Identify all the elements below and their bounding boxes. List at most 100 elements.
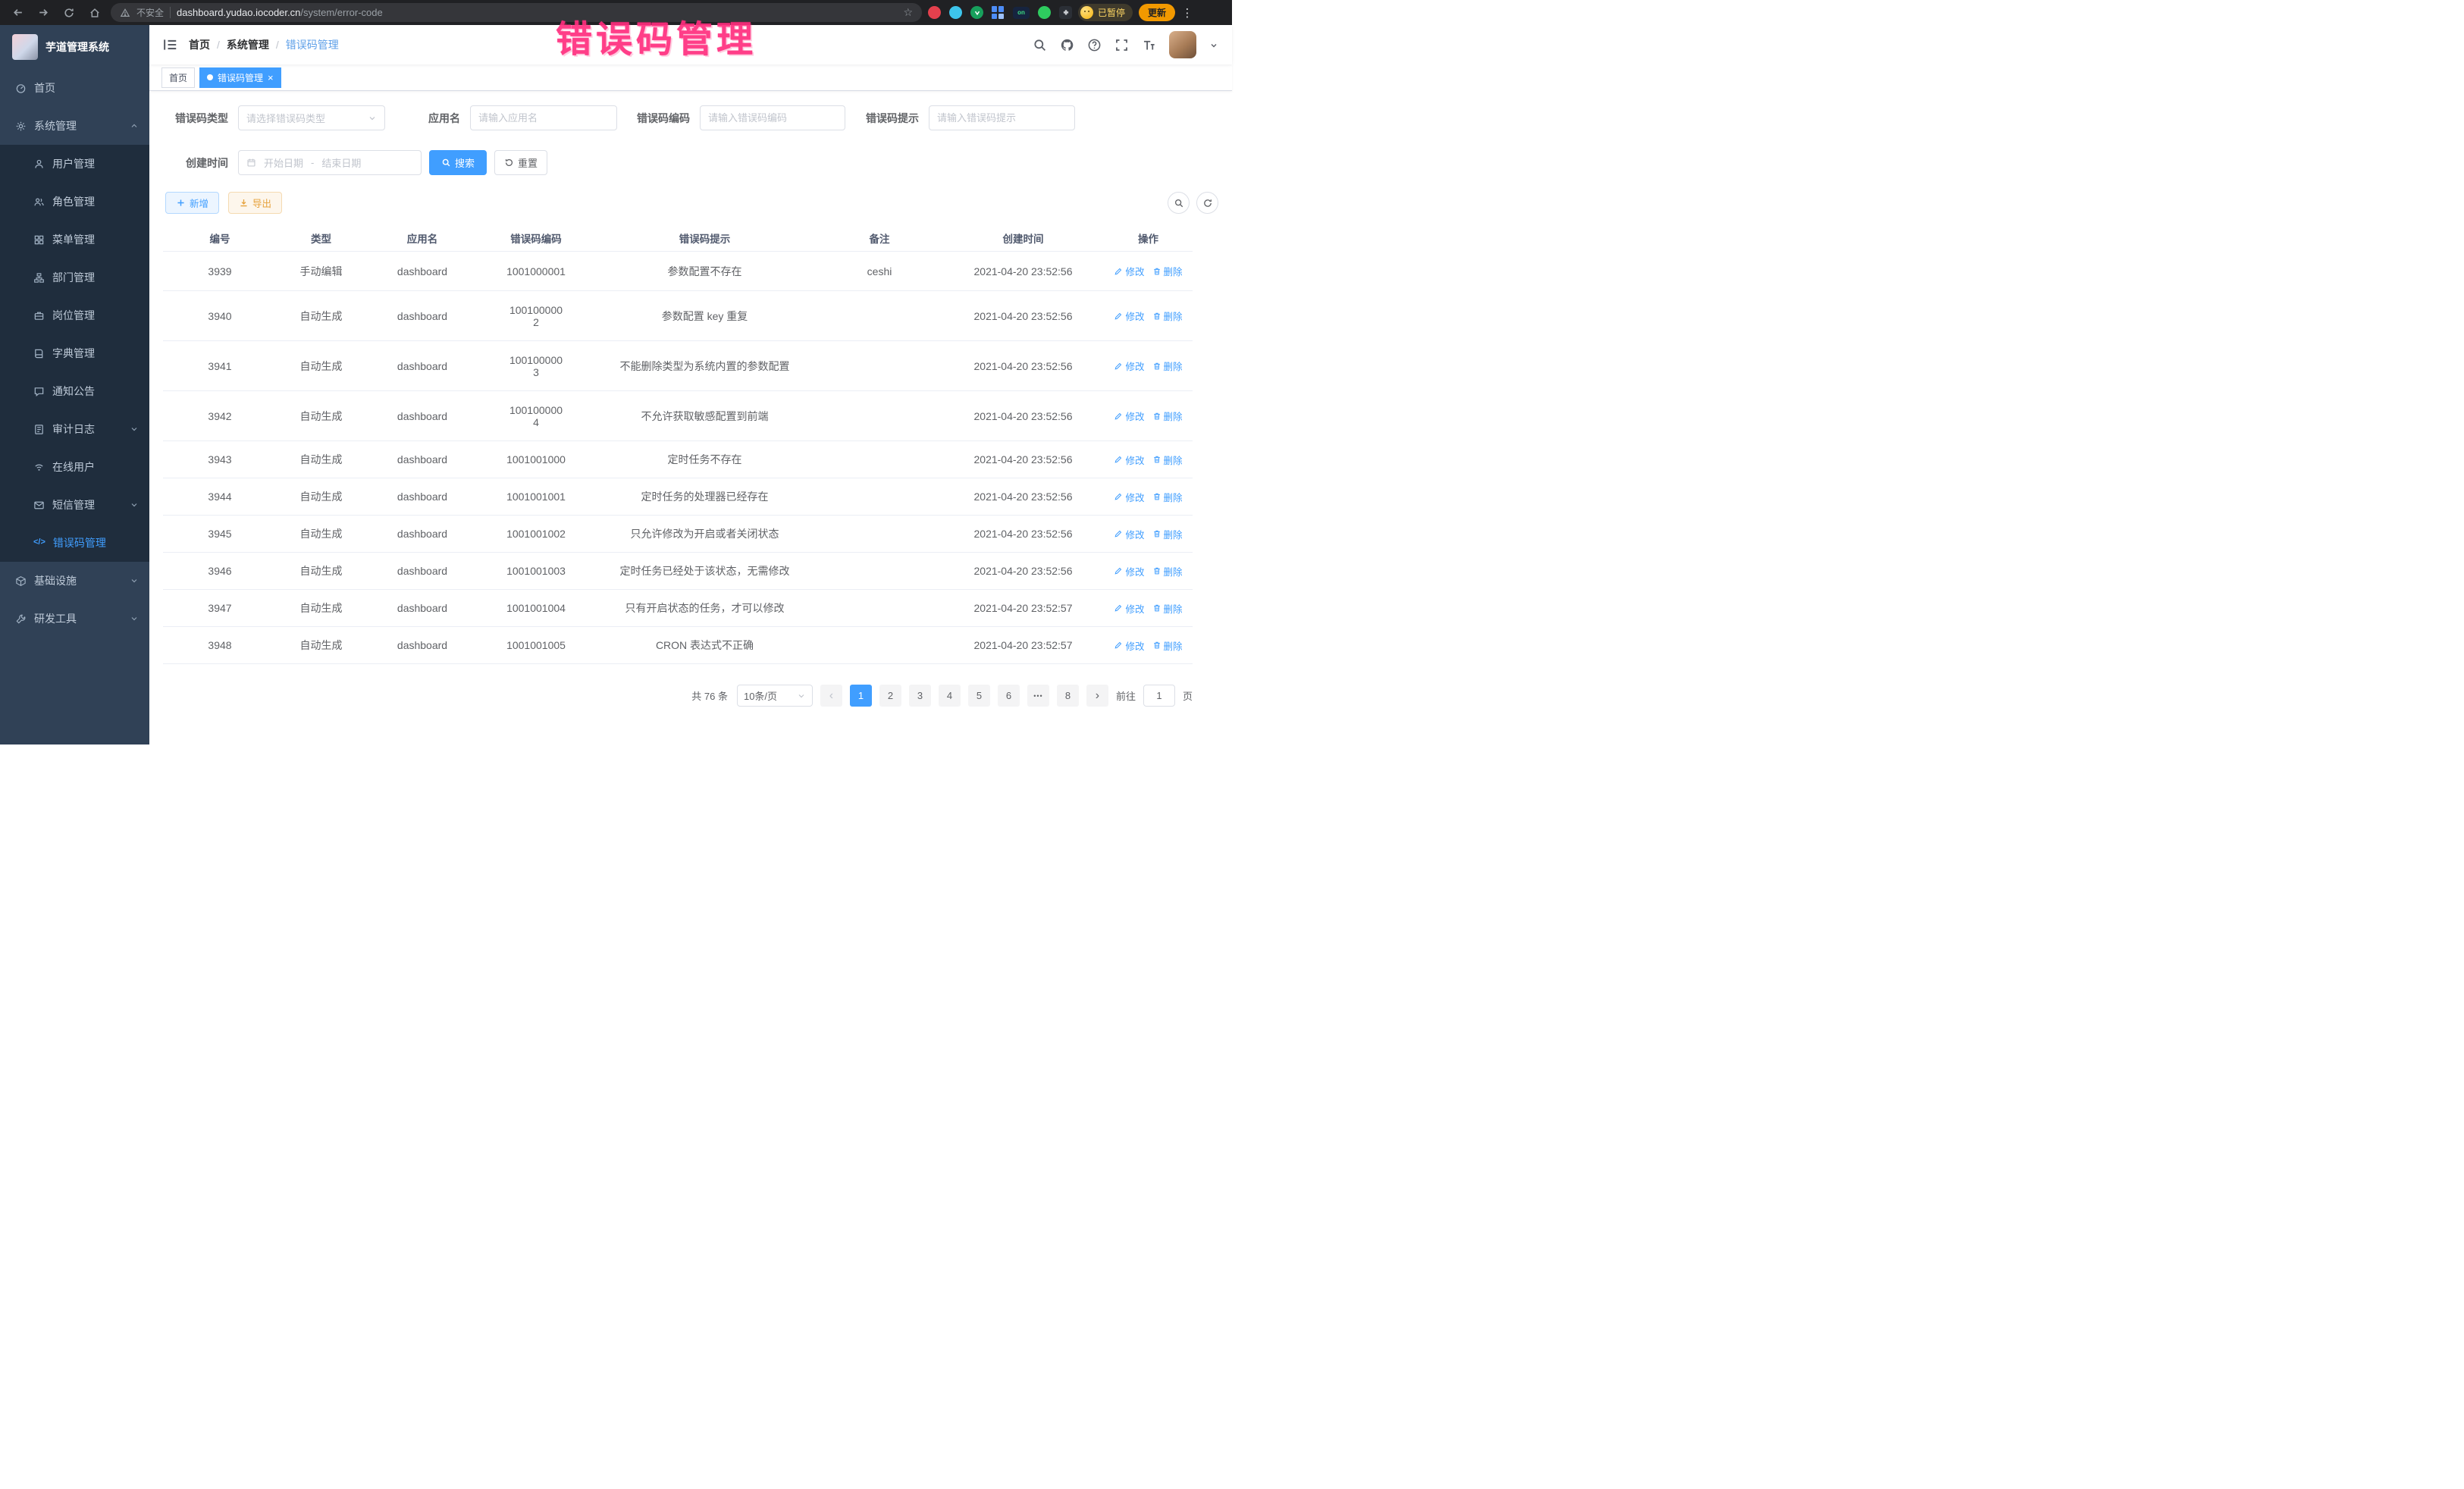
delete-link[interactable]: 删除 [1152, 309, 1183, 323]
page-button[interactable]: 6 [998, 685, 1020, 707]
page-button[interactable]: 1 [850, 685, 872, 707]
delete-link[interactable]: 删除 [1152, 264, 1183, 278]
sidebar-item-sms[interactable]: 短信管理 [0, 486, 149, 524]
help-icon[interactable] [1087, 38, 1102, 52]
export-button[interactable]: 导出 [228, 192, 282, 214]
cell-code: 1001001000 [479, 441, 593, 478]
prev-page-button[interactable]: ‹ [820, 685, 842, 707]
edit-link[interactable]: 修改 [1114, 638, 1144, 653]
edit-link[interactable]: 修改 [1114, 527, 1144, 541]
bookmark-star-icon[interactable]: ☆ [903, 6, 913, 19]
delete-link[interactable]: 删除 [1152, 490, 1183, 504]
home-icon[interactable] [85, 3, 105, 23]
delete-link[interactable]: 删除 [1152, 527, 1183, 541]
next-page-button[interactable]: › [1086, 685, 1108, 707]
reset-button[interactable]: 重置 [494, 150, 547, 175]
cell-id: 3942 [163, 391, 277, 440]
tab-error-code[interactable]: 错误码管理 × [199, 67, 281, 88]
edit-link[interactable]: 修改 [1114, 359, 1144, 373]
sidebar-item-infra[interactable]: 基础设施 [0, 562, 149, 600]
hamburger-icon[interactable] [161, 36, 178, 53]
cell-id: 3941 [163, 341, 277, 390]
extension-icon[interactable] [949, 6, 962, 19]
page-button[interactable]: 4 [939, 685, 961, 707]
fullscreen-icon[interactable] [1114, 38, 1129, 52]
close-icon[interactable]: × [268, 73, 274, 83]
reload-icon[interactable] [59, 3, 79, 23]
tab-home[interactable]: 首页 [161, 67, 195, 88]
sidebar-item-roles[interactable]: 角色管理 [0, 183, 149, 221]
sidebar-item-auditlog[interactable]: 审计日志 [0, 410, 149, 448]
extension-icon[interactable] [992, 6, 1005, 19]
extension-icon[interactable] [1038, 6, 1051, 19]
sidebar-item-posts[interactable]: 岗位管理 [0, 296, 149, 334]
edit-link[interactable]: 修改 [1114, 264, 1144, 278]
github-icon[interactable] [1060, 38, 1074, 52]
extensions-puzzle-icon[interactable] [1059, 6, 1072, 19]
sidebar-item-menus[interactable]: 菜单管理 [0, 221, 149, 259]
sidebar-item-departments[interactable]: 部门管理 [0, 259, 149, 296]
extension-icon[interactable] [928, 6, 941, 19]
sidebar-item-dict[interactable]: 字典管理 [0, 334, 149, 372]
breadcrumb-item[interactable]: 首页 [189, 37, 210, 52]
font-size-icon[interactable] [1142, 38, 1156, 52]
refresh-table-button[interactable] [1196, 192, 1218, 214]
cell-hint: 参数配置不存在 [593, 252, 817, 290]
page-size-select[interactable]: 10条/页 [737, 685, 813, 707]
sidebar-item-system[interactable]: 系统管理 [0, 107, 149, 145]
chevron-down-icon [130, 500, 139, 509]
show-search-button[interactable] [1168, 192, 1190, 214]
extension-icon[interactable] [970, 6, 983, 19]
delete-link[interactable]: 删除 [1152, 564, 1183, 578]
edit-link[interactable]: 修改 [1114, 409, 1144, 423]
delete-link[interactable]: 删除 [1152, 638, 1183, 653]
page-button[interactable]: 2 [879, 685, 901, 707]
sidebar-item-error-code[interactable]: </> 错误码管理 [0, 524, 149, 562]
error-type-select[interactable]: 请选择错误码类型 [238, 105, 385, 130]
back-icon[interactable] [8, 3, 27, 23]
app-name-input[interactable] [478, 112, 609, 124]
edit-link[interactable]: 修改 [1114, 564, 1144, 578]
edit-link[interactable]: 修改 [1114, 490, 1144, 504]
top-navbar: 首页 / 系统管理 / 错误码管理 [149, 25, 1232, 64]
page-button[interactable]: 8 [1057, 685, 1079, 707]
chevron-down-icon[interactable] [1209, 40, 1218, 49]
user-avatar[interactable] [1169, 31, 1196, 58]
delete-link[interactable]: 删除 [1152, 453, 1183, 467]
search-icon [1174, 198, 1184, 208]
delete-link[interactable]: 删除 [1152, 409, 1183, 423]
sidebar-item-users[interactable]: 用户管理 [0, 145, 149, 183]
extension-icon[interactable]: on [1013, 7, 1030, 19]
update-button[interactable]: 更新 [1139, 4, 1175, 21]
cell-code: 1001001004 [479, 590, 593, 626]
sidebar-item-notices[interactable]: 通知公告 [0, 372, 149, 410]
sidebar-item-online-users[interactable]: 在线用户 [0, 448, 149, 486]
sidebar-logo[interactable]: 芋道管理系统 [0, 25, 149, 69]
profile-chip[interactable]: 已暂停 [1078, 4, 1133, 21]
sidebar-item-label: 字典管理 [52, 346, 139, 361]
edit-link[interactable]: 修改 [1114, 309, 1144, 323]
edit-link[interactable]: 修改 [1114, 453, 1144, 467]
more-pages-button[interactable]: ••• [1027, 685, 1049, 707]
page-button[interactable]: 5 [968, 685, 990, 707]
security-label[interactable]: 不安全 [136, 6, 164, 19]
search-button[interactable]: 搜索 [429, 150, 487, 175]
sidebar-item-home[interactable]: 首页 [0, 69, 149, 107]
forward-icon[interactable] [33, 3, 53, 23]
search-icon[interactable] [1033, 38, 1047, 52]
add-button[interactable]: 新增 [165, 192, 219, 214]
error-code-input[interactable] [708, 112, 837, 124]
delete-link[interactable]: 删除 [1152, 601, 1183, 616]
sidebar-item-devtools[interactable]: 研发工具 [0, 600, 149, 638]
error-hint-input[interactable] [937, 112, 1067, 124]
edit-icon [1114, 455, 1123, 464]
date-range-picker[interactable]: 开始日期 - 结束日期 [238, 150, 422, 175]
browser-menu-icon[interactable]: ⋮ [1181, 6, 1193, 20]
breadcrumb-item[interactable]: 系统管理 [227, 37, 269, 52]
system-submenu: 用户管理 角色管理 菜单管理 部门管理 岗位管理 [0, 145, 149, 562]
goto-page-input[interactable] [1143, 685, 1175, 707]
delete-link[interactable]: 删除 [1152, 359, 1183, 373]
page-button[interactable]: 3 [909, 685, 931, 707]
edit-link[interactable]: 修改 [1114, 601, 1144, 616]
url-bar[interactable]: 不安全 dashboard.yudao.iocoder.cn/system/er… [111, 3, 922, 22]
